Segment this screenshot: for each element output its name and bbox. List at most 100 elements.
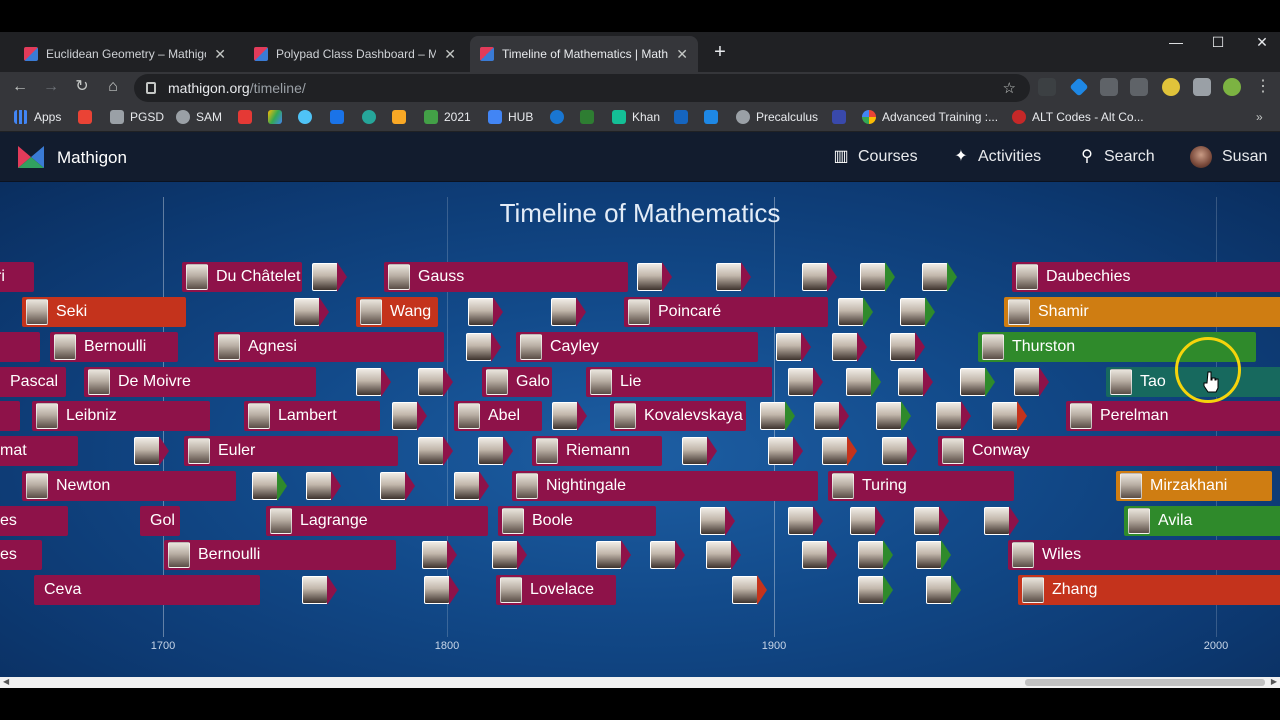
mathematician-bar[interactable]: Newton	[22, 471, 236, 501]
mathematician-chip[interactable]	[492, 540, 532, 570]
mathematician-chip[interactable]	[788, 367, 828, 397]
mathematician-bar[interactable]: Seki	[22, 297, 186, 327]
bookmark-e[interactable]	[580, 108, 600, 126]
mathematician-bar[interactable]	[0, 332, 40, 362]
mathematician-chip[interactable]	[294, 297, 334, 327]
mathematician-bar[interactable]: Galo	[482, 367, 552, 397]
scrollbar-thumb[interactable]	[1025, 679, 1265, 686]
mathematician-bar[interactable]: Boole	[498, 506, 656, 536]
mathematician-bar[interactable]: Lambert	[244, 401, 380, 431]
address-url[interactable]: mathigon.org/timeline/	[168, 80, 306, 96]
extension-diamond-icon[interactable]	[1069, 77, 1089, 97]
bookmark-drive[interactable]	[268, 108, 288, 126]
mathematician-chip[interactable]	[788, 506, 828, 536]
bookmark-gmail[interactable]	[78, 108, 98, 126]
mathematician-bar[interactable]: Gol	[140, 506, 180, 536]
mathematician-bar[interactable]: Lie	[586, 367, 772, 397]
mathematician-chip[interactable]	[882, 436, 922, 466]
mathematician-chip[interactable]	[960, 367, 1000, 397]
bookmarks-overflow-icon[interactable]: »	[1256, 108, 1263, 126]
nav-activities[interactable]: ✦ Activities	[952, 146, 1041, 168]
mathematician-chip[interactable]	[876, 401, 916, 431]
back-icon[interactable]: ←	[9, 76, 31, 98]
mathematician-chip[interactable]	[898, 367, 938, 397]
mathematician-chip[interactable]	[551, 297, 591, 327]
mathematician-chip[interactable]	[422, 540, 462, 570]
mathematician-bar[interactable]: Bernoulli	[50, 332, 178, 362]
bookmark-icon-3[interactable]	[392, 108, 412, 126]
mathematician-chip[interactable]	[838, 297, 878, 327]
bookmark-icon-1[interactable]	[238, 108, 258, 126]
mathematician-chip[interactable]	[732, 575, 772, 605]
mathematician-bar[interactable]: Shamir	[1004, 297, 1280, 327]
mathematician-bar[interactable]: Leibniz	[32, 401, 210, 431]
mathematician-bar[interactable]: Lovelace	[496, 575, 616, 605]
horizontal-scrollbar[interactable]: ◀ ▶	[0, 677, 1280, 688]
mathematician-bar[interactable]: mat	[0, 436, 78, 466]
mathematician-bar[interactable]: es	[0, 506, 68, 536]
mathematician-bar[interactable]: Wang	[356, 297, 438, 327]
mathematician-bar[interactable]: Abel	[454, 401, 542, 431]
brand-name[interactable]: Mathigon	[57, 148, 127, 168]
mathematician-bar[interactable]: De Moivre	[84, 367, 316, 397]
tab-euclidean-geometry[interactable]: Euclidean Geometry – Mathigon ✕	[14, 36, 236, 72]
user-menu[interactable]: Susan	[1190, 146, 1267, 168]
scroll-right-icon[interactable]: ▶	[1271, 677, 1277, 686]
mathematician-chip[interactable]	[302, 575, 342, 605]
mathematician-chip[interactable]	[858, 575, 898, 605]
mathematician-chip[interactable]	[552, 401, 592, 431]
mathematician-bar[interactable]: Cayley	[516, 332, 758, 362]
mathematician-chip[interactable]	[252, 471, 292, 501]
mathematician-bar[interactable]: Poincaré	[624, 297, 828, 327]
mathematician-bar[interactable]: Pascal	[0, 367, 66, 397]
mathematician-bar[interactable]: Bernoulli	[164, 540, 396, 570]
bookmark-khan[interactable]: Khan	[612, 108, 660, 126]
mathematician-bar[interactable]: Mirzakhani	[1116, 471, 1272, 501]
timeline-canvas[interactable]: Timeline of Mathematics ri Du Châtelet G…	[0, 182, 1280, 677]
menu-icon[interactable]: ⋮	[1252, 76, 1274, 98]
mathematician-chip[interactable]	[858, 540, 898, 570]
forward-icon[interactable]: →	[40, 76, 62, 98]
address-bar[interactable]: mathigon.org/timeline/ ☆	[134, 74, 1030, 102]
mathematician-chip[interactable]	[768, 436, 808, 466]
maximize-icon[interactable]: ☐	[1198, 34, 1238, 54]
mathematician-chip[interactable]	[914, 506, 954, 536]
mathematician-chip[interactable]	[682, 436, 722, 466]
mathematician-chip[interactable]	[134, 436, 174, 466]
mathematician-bar[interactable]: Turing	[828, 471, 1014, 501]
bookmark-star-icon[interactable]: ☆	[1003, 79, 1016, 97]
reload-icon[interactable]: ↻	[71, 76, 93, 98]
mathematician-chip[interactable]	[846, 367, 886, 397]
mathematician-chip[interactable]	[850, 506, 890, 536]
mathematician-chip[interactable]	[650, 540, 690, 570]
bookmark-2021[interactable]: 2021	[424, 108, 471, 126]
mathematician-chip[interactable]	[706, 540, 746, 570]
mathematician-chip[interactable]	[922, 262, 962, 292]
mathematician-bar[interactable]: Avila	[1124, 506, 1280, 536]
bookmark-icon-4[interactable]	[674, 108, 694, 126]
mathematician-chip[interactable]	[860, 262, 900, 292]
mathematician-bar[interactable]: Wiles	[1008, 540, 1280, 570]
mathematician-chip[interactable]	[900, 297, 940, 327]
mathematician-bar[interactable]: Perelman	[1066, 401, 1280, 431]
mathematician-chip[interactable]	[802, 262, 842, 292]
mathematician-chip[interactable]	[418, 367, 458, 397]
mathematician-chip[interactable]	[992, 401, 1032, 431]
mathematician-chip[interactable]	[984, 506, 1024, 536]
bookmark-apps[interactable]: Apps	[14, 108, 61, 126]
bookmark-d[interactable]	[550, 108, 570, 126]
mathematician-chip[interactable]	[312, 262, 352, 292]
mathematician-bar[interactable]: es	[0, 540, 42, 570]
nav-search[interactable]: ⚲ Search	[1078, 146, 1155, 168]
mathematician-chip[interactable]	[760, 401, 800, 431]
mathematician-bar[interactable]: ri	[0, 262, 34, 292]
bookmark-hub[interactable]: HUB	[488, 108, 533, 126]
mathematician-chip[interactable]	[392, 401, 432, 431]
mathematician-chip[interactable]	[468, 297, 508, 327]
mathematician-chip[interactable]	[700, 506, 740, 536]
close-icon[interactable]: ✕	[444, 46, 456, 63]
mathematician-chip[interactable]	[814, 401, 854, 431]
mathematician-chip[interactable]	[936, 401, 976, 431]
mathematician-chip[interactable]	[926, 575, 966, 605]
mathematician-chip[interactable]	[466, 332, 506, 362]
